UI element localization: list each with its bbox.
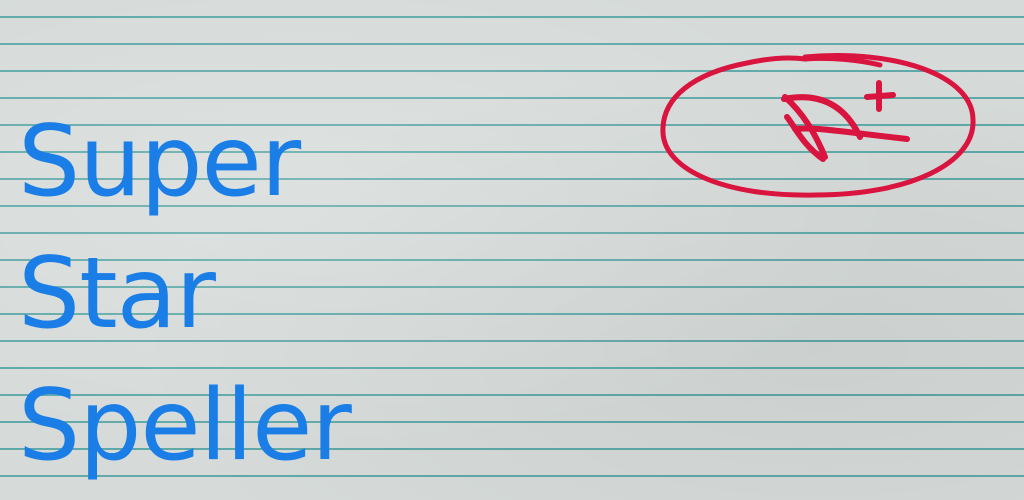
app-title: Super Star Speller [18, 96, 352, 492]
title-line-super: Super [18, 105, 301, 219]
title-line-star: Star [18, 237, 216, 351]
grade-letter-a [781, 94, 910, 162]
a-plus-grade-mark: A+ [660, 53, 976, 198]
title-line-speller: Speller [18, 369, 352, 483]
lined-paper-background: Super Star Speller A+ [0, 0, 1024, 500]
grade-plus-sign [864, 80, 896, 112]
grade-circle [660, 53, 976, 198]
